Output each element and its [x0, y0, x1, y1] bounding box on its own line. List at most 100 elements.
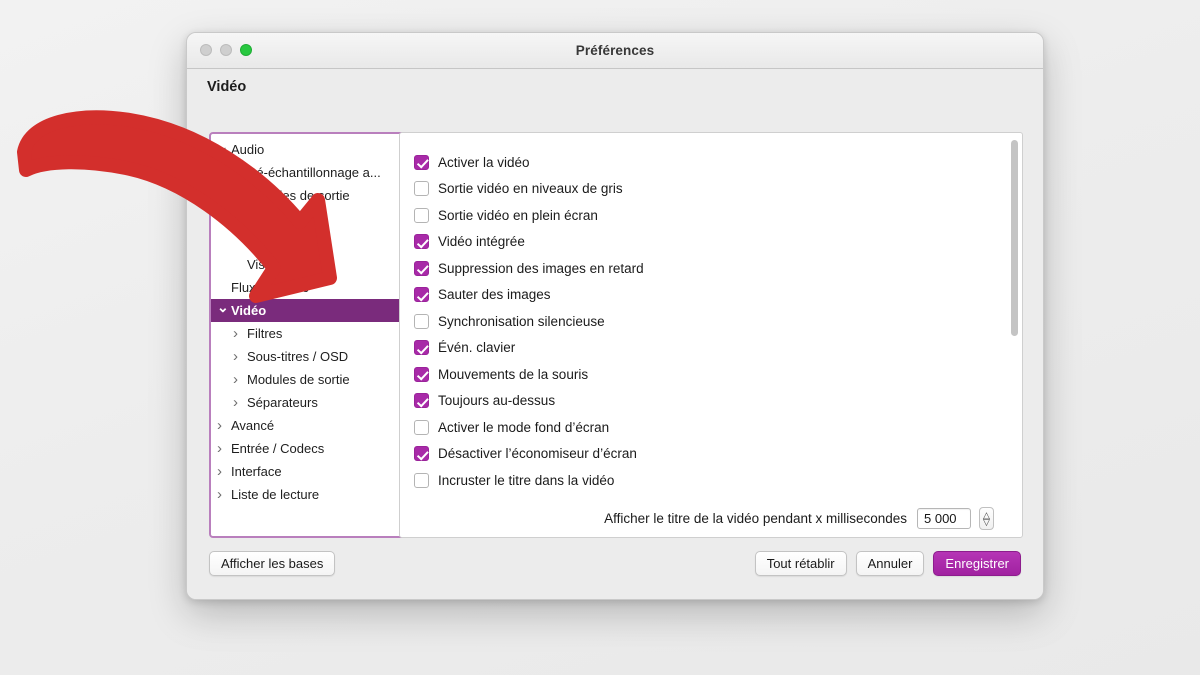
window-title: Préférences: [575, 43, 655, 58]
panel-scrollbar[interactable]: [1010, 138, 1019, 534]
chevron-right-icon[interactable]: [233, 394, 247, 411]
checkbox-label: Activer le mode fond d’écran: [438, 419, 610, 435]
sidebar-item-filtres[interactable]: Filtres: [211, 207, 413, 230]
checkbox-checked-icon[interactable]: [414, 340, 429, 356]
checkbox-unchecked-icon[interactable]: [414, 313, 429, 329]
sidebar-item-divers[interactable]: Divers: [211, 230, 413, 253]
tree-item-label: Interface: [231, 464, 282, 479]
tree-item-label: Liste de lecture: [231, 487, 320, 502]
checkbox-unchecked-icon[interactable]: [414, 181, 429, 197]
sidebar-item-s-parateurs[interactable]: Séparateurs: [211, 391, 413, 414]
checkbox-row[interactable]: Sortie vidéo en plein écran: [414, 202, 1022, 229]
zoom-window-button[interactable]: [240, 44, 252, 56]
tree-item-label: Visualisations: [247, 257, 327, 272]
checkbox-row[interactable]: Sortie vidéo en niveaux de gris: [414, 176, 1022, 203]
title-duration-input[interactable]: 5 000: [917, 507, 971, 529]
checkbox-row[interactable]: Activer la vidéo: [414, 149, 1022, 176]
checkbox-row[interactable]: Synchronisation silencieuse: [414, 308, 1022, 335]
chevron-down-icon[interactable]: [217, 302, 231, 319]
chevron-right-icon[interactable]: [233, 164, 247, 181]
minimize-window-button[interactable]: [220, 44, 232, 56]
tree-item-label: Ré-échantillonnage a...: [247, 165, 381, 180]
sidebar-item-entr-e-codecs[interactable]: Entrée / Codecs: [211, 437, 413, 460]
window-body: Vidéo Audio Ré-échantillonnage a... Module…: [187, 69, 1043, 599]
checkbox-label: Sauter des images: [438, 287, 551, 303]
traffic-light-group: [200, 44, 252, 56]
chevron-right-icon[interactable]: [233, 325, 247, 342]
chevron-right-icon[interactable]: [233, 371, 247, 388]
checkbox-row[interactable]: Mouvements de la souris: [414, 361, 1022, 388]
sidebar-item-visualisations[interactable]: Visualisations: [211, 253, 413, 276]
sidebar-item-interface[interactable]: Interface: [211, 460, 413, 483]
chevron-down-icon[interactable]: [217, 141, 231, 158]
tree-item-label: Sous-titres / OSD: [247, 349, 349, 364]
tree-list: Audio Ré-échantillonnage a... Modules de s…: [211, 134, 413, 506]
window-titlebar: Préférences: [187, 33, 1043, 69]
checkbox-unchecked-icon[interactable]: [414, 472, 429, 488]
checkbox-row[interactable]: Sauter des images: [414, 282, 1022, 309]
sidebar-item-r-chantillonnage-a[interactable]: Ré-échantillonnage a...: [211, 161, 413, 184]
reset-all-button[interactable]: Tout rétablir: [754, 551, 847, 576]
checkbox-checked-icon[interactable]: [414, 366, 429, 382]
video-checkbox-list: Activer la vidéo Sortie vidéo en niveaux …: [414, 149, 1022, 494]
preferences-category-tree[interactable]: Audio Ré-échantillonnage a... Modules de s…: [209, 132, 415, 538]
checkbox-unchecked-icon[interactable]: [414, 419, 429, 435]
checkbox-row[interactable]: Désactiver l’économiseur d’écran: [414, 441, 1022, 468]
footer-left-group: Afficher les bases: [209, 551, 336, 576]
tree-item-label: Audio: [231, 142, 265, 157]
checkbox-row[interactable]: Toujours au-dessus: [414, 388, 1022, 415]
tree-item-label: Filtres: [247, 326, 283, 341]
video-settings-content: Activer la vidéo Sortie vidéo en niveaux …: [400, 133, 1022, 537]
checkbox-label: Sortie vidéo en niveaux de gris: [438, 181, 623, 197]
checkbox-label: Toujours au-dessus: [438, 393, 556, 409]
checkbox-row[interactable]: Incruster le titre dans la vidéo: [414, 467, 1022, 494]
chevron-right-icon[interactable]: [217, 417, 231, 434]
title-duration-stepper[interactable]: △ ▽: [979, 506, 994, 530]
sidebar-item-sous-titres-osd[interactable]: Sous-titres / OSD: [211, 345, 413, 368]
checkbox-checked-icon[interactable]: [414, 287, 429, 303]
title-position-select[interactable]: Bas ▲ ▼: [899, 536, 994, 537]
footer-right-group: Tout rétablir Annuler Enregistrer: [754, 551, 1021, 576]
sidebar-item-liste-de-lecture[interactable]: Liste de lecture: [211, 483, 413, 506]
chevron-right-icon[interactable]: [217, 463, 231, 480]
checkbox-checked-icon[interactable]: [414, 234, 429, 250]
show-basics-button[interactable]: Afficher les bases: [209, 551, 336, 576]
checkbox-checked-icon[interactable]: [414, 446, 429, 462]
scrollbar-thumb[interactable]: [1011, 140, 1018, 336]
sidebar-item-modules-de-sortie[interactable]: Modules de sortie: [211, 368, 413, 391]
tree-item-label: Entrée / Codecs: [231, 441, 325, 456]
checkbox-checked-icon[interactable]: [414, 393, 429, 409]
cancel-button[interactable]: Annuler: [855, 551, 925, 576]
tree-item-label: Modules de sortie: [247, 188, 350, 203]
chevron-right-icon[interactable]: [233, 348, 247, 365]
checkbox-row[interactable]: Suppression des images en retard: [414, 255, 1022, 282]
checkbox-unchecked-icon[interactable]: [414, 207, 429, 223]
chevron-right-icon[interactable]: [217, 486, 231, 503]
checkbox-label: Vidéo intégrée: [438, 234, 525, 250]
page-title: Vidéo: [207, 79, 247, 95]
checkbox-row[interactable]: Évén. clavier: [414, 335, 1022, 362]
save-button[interactable]: Enregistrer: [933, 551, 1021, 576]
chevron-right-icon[interactable]: [217, 440, 231, 457]
checkbox-checked-icon[interactable]: [414, 154, 429, 170]
checkbox-row[interactable]: Activer le mode fond d’écran: [414, 414, 1022, 441]
tree-item-label: Divers: [247, 234, 284, 249]
sidebar-item-modules-de-sortie[interactable]: Modules de sortie: [211, 184, 413, 207]
title-position-row: Position du titre de la vidéo Bas ▲ ▼: [414, 536, 1022, 537]
sidebar-item-filtres[interactable]: Filtres: [211, 322, 413, 345]
close-window-button[interactable]: [200, 44, 212, 56]
stepper-down-icon[interactable]: ▽: [983, 517, 990, 526]
checkbox-checked-icon[interactable]: [414, 260, 429, 276]
preferences-window: Préférences Vidéo Audio Ré-échantillonnag…: [186, 32, 1044, 600]
checkbox-label: Sortie vidéo en plein écran: [438, 207, 598, 223]
sidebar-item-flux-de-sortie[interactable]: Flux de sortie: [211, 276, 413, 299]
sidebar-item-vid-o[interactable]: Vidéo: [211, 299, 413, 322]
tree-item-label: Filtres: [247, 211, 283, 226]
chevron-right-icon[interactable]: [233, 210, 247, 227]
video-settings-panel: Activer la vidéo Sortie vidéo en niveaux …: [399, 132, 1023, 538]
sidebar-item-avanc[interactable]: Avancé: [211, 414, 413, 437]
sidebar-item-audio[interactable]: Audio: [211, 138, 413, 161]
title-duration-label: Afficher le titre de la vidéo pendant x …: [604, 510, 907, 526]
chevron-right-icon[interactable]: [233, 187, 247, 204]
checkbox-row[interactable]: Vidéo intégrée: [414, 229, 1022, 256]
